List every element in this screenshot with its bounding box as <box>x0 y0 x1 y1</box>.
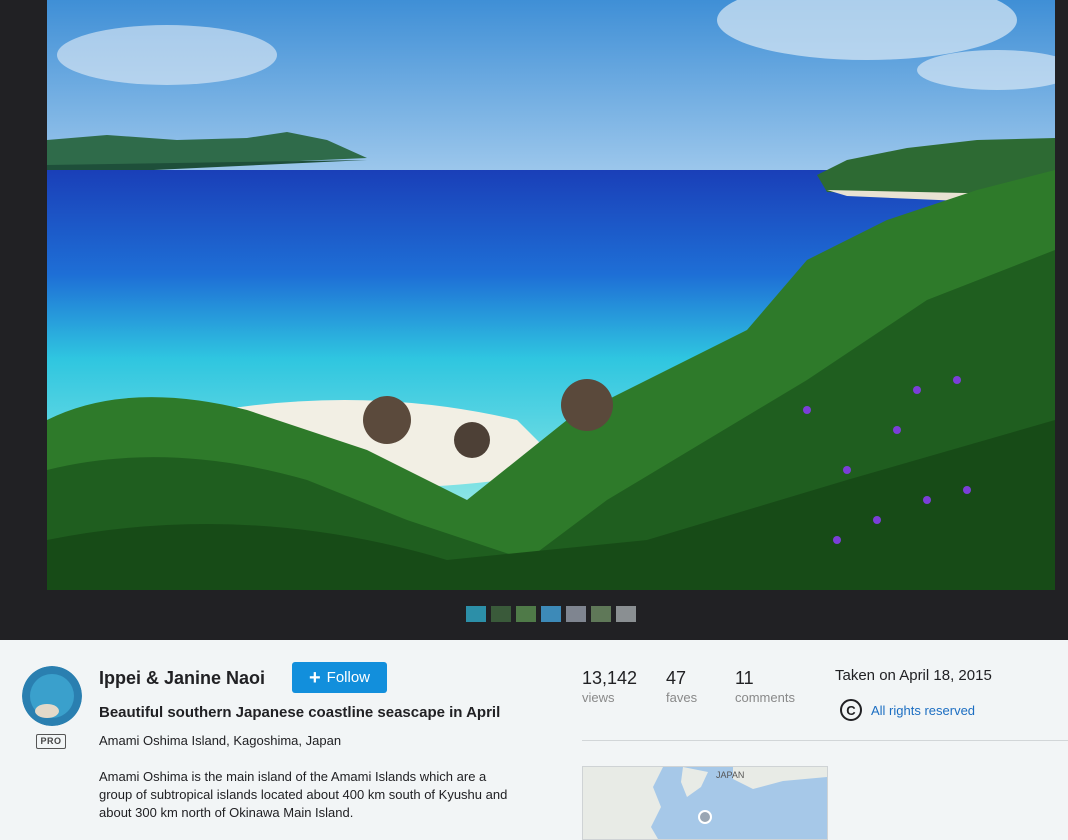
license-link[interactable]: All rights reserved <box>871 703 975 718</box>
pro-badge: PRO <box>36 734 66 749</box>
map-label: JAPAN <box>716 770 744 780</box>
photo-info-panel: PRO Ippei & Janine Naoi + Follow Beautif… <box>0 640 1068 840</box>
copyright-icon: C <box>840 699 862 721</box>
comments-label: comments <box>735 690 795 705</box>
divider <box>582 740 1068 741</box>
comments-stat[interactable]: 11 comments <box>735 668 795 705</box>
filmstrip-thumb[interactable] <box>566 606 586 622</box>
avatar[interactable] <box>22 666 82 726</box>
faves-label: faves <box>666 690 698 705</box>
photo-location[interactable]: Amami Oshima Island, Kagoshima, Japan <box>99 733 341 748</box>
photo-viewer <box>0 0 1068 640</box>
filmstrip-thumb[interactable] <box>541 606 561 622</box>
plus-icon: + <box>308 666 321 689</box>
taken-date[interactable]: Taken on April 18, 2015 <box>835 667 992 684</box>
filmstrip-thumb[interactable] <box>466 606 486 622</box>
follow-label: Follow <box>326 669 371 686</box>
filmstrip <box>466 606 636 622</box>
comments-count: 11 <box>735 668 754 688</box>
views-count: 13,142 <box>582 668 638 688</box>
filmstrip-thumb[interactable] <box>616 606 636 622</box>
faves-stat[interactable]: 47 faves <box>666 668 697 705</box>
filmstrip-thumb[interactable] <box>516 606 536 622</box>
owner-name[interactable]: Ippei & Janine Naoi <box>99 668 265 689</box>
photo-title: Beautiful southern Japanese coastline se… <box>99 704 501 721</box>
location-map[interactable]: JAPAN <box>582 766 828 840</box>
faves-count: 47 <box>666 668 687 688</box>
views-label: views <box>582 690 615 705</box>
filmstrip-thumb[interactable] <box>591 606 611 622</box>
license-info: C All rights reserved <box>840 699 975 721</box>
views-stat: 13,142 views <box>582 668 637 705</box>
follow-button[interactable]: + Follow <box>292 662 387 693</box>
photo-description: Amami Oshima is the main island of the A… <box>99 769 508 820</box>
main-photo[interactable] <box>47 0 1055 590</box>
filmstrip-thumb[interactable] <box>491 606 511 622</box>
